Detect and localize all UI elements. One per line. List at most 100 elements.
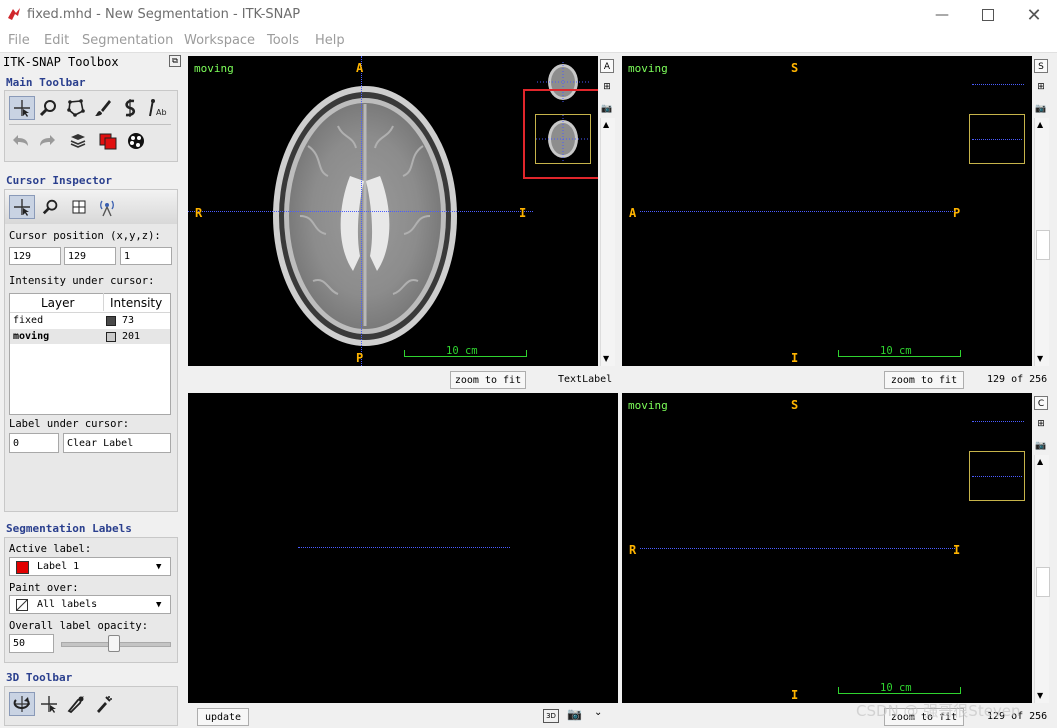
cursor-y-field[interactable]: 129 xyxy=(64,247,116,265)
chevron-down-icon[interactable]: ⌄ xyxy=(594,707,602,718)
scroll-up-icon[interactable]: ▲ xyxy=(1037,120,1043,129)
annotation-tool-button[interactable]: Ab xyxy=(144,96,170,120)
intensity-label: Intensity under cursor: xyxy=(9,275,155,287)
zoom-to-fit-button[interactable]: zoom to fit xyxy=(450,371,526,389)
crosshair-tool-button[interactable] xyxy=(9,96,35,120)
undo-button[interactable] xyxy=(9,129,35,153)
sync-antenna-icon xyxy=(100,200,114,217)
view-label-badge[interactable]: C xyxy=(1034,396,1048,410)
paintbrush-tool-button[interactable] xyxy=(90,96,116,120)
label-name-field[interactable]: Clear Label xyxy=(63,433,171,453)
scroll-up-icon[interactable]: ▲ xyxy=(603,120,609,129)
minimize-icon: — xyxy=(935,7,949,23)
opacity-field[interactable]: 50 xyxy=(9,634,54,653)
maximize-button[interactable] xyxy=(965,0,1011,30)
thumbnail-viewport-box[interactable] xyxy=(969,451,1025,501)
chevron-down-icon: ▼ xyxy=(156,600,162,610)
layout-grid-icon[interactable]: ⊞ xyxy=(1034,417,1048,431)
slice-scrollbar[interactable]: ▲ ▼ xyxy=(600,118,615,366)
scroll-up-icon[interactable]: ▲ xyxy=(1037,457,1043,466)
coronal-view[interactable]: moving S I R I 10 cm xyxy=(622,393,1032,703)
zoom-tool-button[interactable] xyxy=(36,96,62,120)
view-label-badge[interactable]: A xyxy=(600,59,614,73)
layer-name-label: moving xyxy=(628,399,668,412)
label-id-field[interactable]: 0 xyxy=(9,433,59,453)
camera-icon[interactable]: 📷 xyxy=(567,707,582,721)
menu-edit[interactable]: Edit xyxy=(44,33,69,48)
menu-tools[interactable]: Tools xyxy=(267,33,299,48)
scroll-down-icon[interactable]: ▼ xyxy=(603,354,609,363)
tab-display-layout[interactable] xyxy=(66,195,92,219)
orientation-right: I xyxy=(953,543,961,557)
close-button[interactable]: ✕ xyxy=(1011,0,1057,30)
tab-zoom-inspector[interactable] xyxy=(38,195,64,219)
label-editor-button[interactable] xyxy=(95,129,121,153)
toolbox-title: ITK-SNAP Toolbox xyxy=(3,55,119,69)
toolbox-panel: ITK-SNAP Toolbox ⧉ Main Toolbar Ab Curso… xyxy=(0,52,186,728)
slice-scrollbar[interactable]: ▲ ▼ xyxy=(1034,118,1050,366)
menu-file[interactable]: File xyxy=(8,33,30,48)
label-color-swatch xyxy=(16,561,29,574)
cursor-horizontal-line xyxy=(188,211,533,212)
chevron-down-icon: ▼ xyxy=(156,562,162,572)
layer-inspector-button[interactable] xyxy=(65,129,91,153)
cursor-position-label: Cursor position (x,y,z): xyxy=(9,230,161,242)
three-d-badge-icon[interactable]: 3D xyxy=(543,709,559,723)
layer-cell: fixed xyxy=(13,315,44,326)
tab-synchronization[interactable] xyxy=(94,195,120,219)
camera-icon[interactable]: 📷 xyxy=(600,102,614,116)
cursor-z-field[interactable]: 1 xyxy=(120,247,172,265)
menu-help[interactable]: Help xyxy=(315,33,345,48)
zoom-to-fit-button[interactable]: zoom to fit xyxy=(884,371,964,389)
cursor-inspector-panel: Cursor position (x,y,z): 129 129 1 Inten… xyxy=(4,189,178,512)
polygon-tool-button[interactable] xyxy=(63,96,89,120)
scroll-down-icon[interactable]: ▼ xyxy=(1037,691,1043,700)
redo-button[interactable] xyxy=(33,129,59,153)
slice-scrollbar[interactable]: ▲ ▼ xyxy=(1034,455,1050,703)
scalpel-icon xyxy=(67,696,84,714)
scroll-down-icon[interactable]: ▼ xyxy=(1037,354,1043,363)
cursor-x-field[interactable]: 129 xyxy=(9,247,61,265)
undock-icon[interactable]: ⧉ xyxy=(169,55,181,67)
rotate-3d-button[interactable] xyxy=(9,692,35,716)
tab-cursor-inspector[interactable] xyxy=(9,195,35,219)
column-header-layer[interactable]: Layer xyxy=(41,296,74,310)
snake-tool-button[interactable] xyxy=(117,96,143,120)
menu-segmentation[interactable]: Segmentation xyxy=(82,33,173,48)
spray-3d-button[interactable] xyxy=(90,692,116,716)
thumbnail-slice-line xyxy=(972,421,1024,422)
paint-over-select[interactable]: All labels ▼ xyxy=(9,595,171,614)
opacity-slider-handle[interactable] xyxy=(108,635,120,652)
thumbnail-viewport-box[interactable] xyxy=(969,114,1025,164)
minimize-button[interactable]: — xyxy=(919,0,965,30)
select-3d-button[interactable] xyxy=(36,692,62,716)
view-label-badge[interactable]: S xyxy=(1034,59,1048,73)
layer-name-label: moving xyxy=(194,62,234,75)
scroll-thumb[interactable] xyxy=(1036,567,1050,597)
intensity-cell: 201 xyxy=(122,331,141,342)
layout-grid-icon[interactable]: ⊞ xyxy=(600,80,614,94)
three-d-view[interactable] xyxy=(188,393,618,703)
paint-over-caption: Paint over: xyxy=(9,582,79,594)
sagittal-view[interactable]: moving S I A P 10 cm xyxy=(622,56,1032,366)
crosshair-icon xyxy=(41,696,57,713)
scroll-thumb[interactable] xyxy=(1036,230,1050,260)
camera-icon[interactable]: 📷 xyxy=(1034,439,1048,453)
polygon-icon xyxy=(67,99,85,117)
table-row[interactable]: fixed 73 xyxy=(10,313,170,328)
update-button[interactable]: update xyxy=(197,708,249,726)
table-row[interactable]: moving 201 xyxy=(10,329,170,344)
axial-side-controls: A ⊞ 📷 ▲ ▼ xyxy=(600,56,616,368)
layout-grid-icon[interactable]: ⊞ xyxy=(1034,80,1048,94)
menu-workspace[interactable]: Workspace xyxy=(184,33,255,48)
camera-icon[interactable]: 📷 xyxy=(1034,102,1048,116)
label-under-cursor-caption: Label under cursor: xyxy=(9,418,130,430)
active-label-select[interactable]: Label 1 ▼ xyxy=(9,557,171,576)
axial-view[interactable]: moving A P R I 10 cm xyxy=(188,56,598,366)
orientation-top: S xyxy=(791,61,799,75)
column-header-intensity[interactable]: Intensity xyxy=(110,296,162,310)
main-toolbar: Ab xyxy=(4,90,178,162)
scalpel-3d-button[interactable] xyxy=(63,692,89,716)
color-map-button[interactable] xyxy=(123,129,149,153)
svg-text:Ab: Ab xyxy=(156,108,167,117)
